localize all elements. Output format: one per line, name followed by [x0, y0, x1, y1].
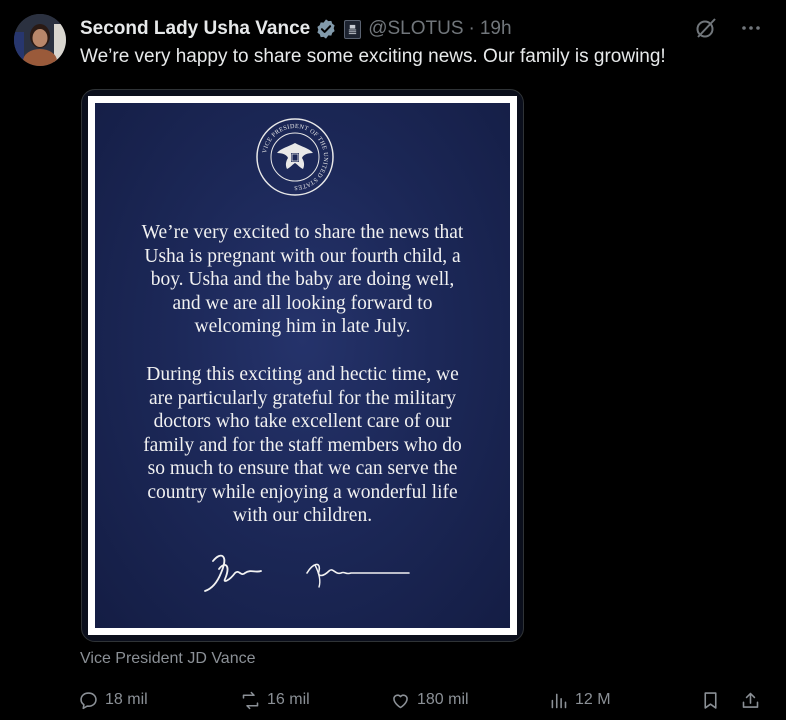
- like-count: 180 mil: [417, 691, 469, 708]
- letter-line: welcoming him in late July.: [194, 316, 411, 337]
- letter-frame: VICE PRESIDENT OF THE UNITED STATES We’r…: [88, 96, 517, 635]
- letter-line: country while enjoying a wonderful life: [147, 481, 458, 503]
- share-button[interactable]: [740, 686, 761, 714]
- bookmark-button[interactable]: [700, 686, 721, 714]
- affiliation-badge-icon[interactable]: [344, 19, 362, 39]
- tweet-media-image[interactable]: VICE PRESIDENT OF THE UNITED STATES We’r…: [81, 89, 524, 642]
- tweet-header: Second Lady Usha Vance @SLOTUS · 19h: [80, 16, 776, 42]
- letter-paragraph-1: We’re very excited to share the news tha…: [95, 221, 510, 339]
- letter-line: doctors who take excellent care of our: [153, 411, 452, 432]
- like-button[interactable]: 180 mil: [390, 686, 469, 714]
- media-caption: Vice President JD Vance: [80, 650, 256, 667]
- letter-line: Usha is pregnant with our fourth child, …: [144, 245, 461, 267]
- letter-panel: VICE PRESIDENT OF THE UNITED STATES We’r…: [95, 103, 510, 628]
- letter-line: are particularly grateful for the milita…: [149, 387, 456, 409]
- letter-line: with our children.: [232, 505, 373, 526]
- vice-president-seal-icon: VICE PRESIDENT OF THE UNITED STATES: [256, 118, 334, 196]
- reply-button[interactable]: 18 mil: [78, 686, 148, 714]
- views-button[interactable]: 12 M: [548, 686, 611, 714]
- repost-icon: [242, 691, 259, 709]
- letter-paragraph-2: During this exciting and hectic time, we…: [95, 363, 510, 528]
- bookmark-icon: [704, 691, 717, 709]
- views-chart-icon: [551, 693, 567, 708]
- header-actions: [694, 16, 762, 46]
- tweet-action-bar: 18 mil 16 mil 180 mil 12 M: [78, 686, 772, 714]
- signatures-image: [204, 554, 410, 592]
- heart-icon: [393, 693, 408, 708]
- more-options-icon[interactable]: [740, 17, 762, 45]
- repost-button[interactable]: 16 mil: [240, 686, 310, 714]
- letter-line: We’re very excited to share the news tha…: [141, 222, 464, 243]
- tweet-timestamp[interactable]: 19h: [480, 18, 512, 40]
- letter-line: and we are all looking forward to: [172, 292, 433, 314]
- avatar[interactable]: [14, 14, 66, 66]
- avatar-image: [14, 14, 66, 66]
- share-icon: [742, 692, 759, 708]
- grok-icon[interactable]: [694, 16, 718, 46]
- letter-line: boy. Usha and the baby are doing well,: [150, 269, 455, 290]
- separator-dot: ·: [468, 18, 475, 39]
- verified-badge-icon: [315, 18, 337, 40]
- views-count: 12 M: [575, 691, 611, 708]
- repost-count: 16 mil: [267, 691, 310, 708]
- letter-line: family and for the staff members who do: [143, 434, 462, 456]
- letter-line: so much to ensure that we can serve the: [147, 458, 458, 479]
- letter-line: During this exciting and hectic time, we: [146, 364, 459, 385]
- tweet-text: We’re very happy to share some exciting …: [80, 46, 666, 67]
- author-handle[interactable]: @SLOTUS: [368, 18, 463, 40]
- author-name[interactable]: Second Lady Usha Vance: [80, 18, 310, 40]
- reply-count: 18 mil: [105, 691, 148, 708]
- reply-icon: [80, 691, 97, 709]
